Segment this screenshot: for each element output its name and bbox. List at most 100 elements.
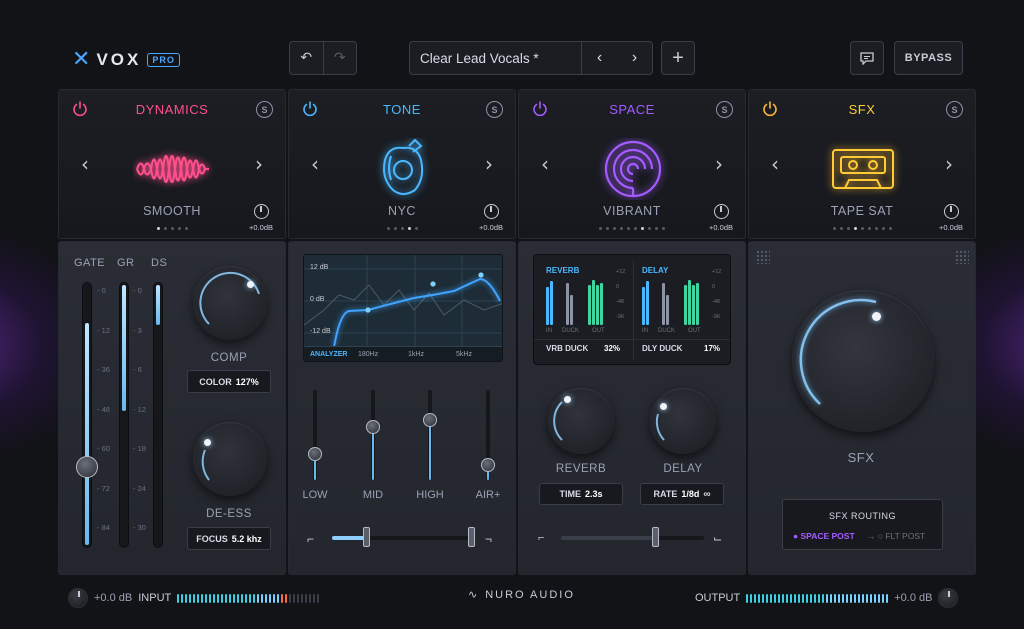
waveform-icon bbox=[135, 154, 209, 184]
eq-band-thumb[interactable] bbox=[308, 447, 322, 461]
prev-preset-icon[interactable]: ‹ bbox=[582, 42, 617, 74]
feedback-icon[interactable] bbox=[850, 41, 884, 75]
meter-segment bbox=[774, 593, 777, 603]
output-gain-knob[interactable] bbox=[484, 204, 499, 219]
mix-slider[interactable] bbox=[561, 536, 704, 540]
high-cut-handle[interactable] bbox=[468, 527, 475, 547]
level-bar bbox=[566, 283, 569, 325]
meter-segment bbox=[882, 593, 885, 603]
meter-scale-label: -96 bbox=[616, 314, 624, 320]
meter-segment bbox=[225, 593, 228, 603]
mix-handle[interactable] bbox=[652, 527, 659, 547]
color-value: 127% bbox=[235, 376, 259, 387]
reverb-meter-title: REVERB bbox=[546, 266, 580, 275]
gate-fader[interactable] bbox=[82, 282, 92, 548]
gate-label: GATE bbox=[74, 257, 106, 269]
meter-segment bbox=[862, 593, 865, 603]
comp-knob[interactable] bbox=[193, 266, 267, 340]
level-bar bbox=[646, 281, 649, 325]
delay-knob[interactable] bbox=[650, 388, 716, 454]
gate-fader-thumb[interactable] bbox=[76, 456, 98, 478]
dly-duck-value[interactable]: 17% bbox=[704, 344, 720, 353]
meter-segment bbox=[221, 593, 224, 603]
level-bar bbox=[596, 285, 599, 325]
solo-icon[interactable]: S bbox=[946, 101, 963, 118]
next-preset-icon[interactable]: › bbox=[617, 42, 652, 74]
next-style-icon[interactable]: › bbox=[485, 152, 493, 176]
meter-segment bbox=[830, 593, 833, 603]
sfx-knob[interactable] bbox=[792, 290, 934, 432]
redo-icon[interactable]: ↷ bbox=[324, 42, 357, 74]
meter-segment bbox=[273, 593, 276, 603]
comp-label: COMP bbox=[210, 352, 248, 364]
output-gain-value: +0.0 dB bbox=[894, 592, 933, 604]
meter-segment bbox=[846, 593, 849, 603]
undo-icon[interactable]: ↶ bbox=[290, 42, 324, 74]
low-cut-handle[interactable] bbox=[363, 527, 370, 547]
meter-segment bbox=[754, 593, 757, 603]
reverb-knob[interactable] bbox=[548, 388, 614, 454]
style-name: VIBRANT bbox=[603, 204, 661, 218]
analyzer-label[interactable]: ANALYZER bbox=[310, 351, 347, 358]
db-label-top: 12 dB bbox=[310, 264, 329, 271]
meter-scale-label: +12 bbox=[712, 269, 722, 275]
output-gain-knob[interactable] bbox=[938, 588, 959, 608]
module-title: DYNAMICS bbox=[135, 102, 209, 117]
add-preset-icon[interactable]: + bbox=[661, 41, 695, 75]
module-space: SPACE S ‹ › VIBRANT +0.0dB bbox=[518, 89, 746, 239]
output-gain-knob[interactable] bbox=[714, 204, 729, 219]
sfx-routing[interactable]: SFX ROUTING ● SPACE POST → ○ FLT POST bbox=[782, 499, 943, 550]
meter-segment bbox=[185, 593, 188, 603]
input-gain-knob[interactable] bbox=[68, 588, 88, 608]
routing-active-option[interactable]: ● SPACE POST bbox=[793, 531, 855, 541]
prev-style-icon[interactable]: ‹ bbox=[771, 152, 779, 176]
scale-tick: - 12 bbox=[133, 404, 146, 414]
preset-name[interactable]: Clear Lead Vocals * bbox=[410, 42, 582, 74]
meter-segment bbox=[838, 593, 841, 603]
meter-scale-label: -48 bbox=[616, 299, 624, 305]
routing-inactive-option[interactable]: → ○ FLT POST bbox=[867, 531, 925, 541]
level-bar bbox=[550, 281, 553, 325]
solo-icon[interactable]: S bbox=[486, 101, 503, 118]
delay-rate-control[interactable]: RATE 1/8d ∞ bbox=[640, 483, 724, 505]
focus-value: 5.2 khz bbox=[231, 533, 262, 544]
vrb-duck-value[interactable]: 32% bbox=[604, 344, 620, 353]
prev-style-icon[interactable]: ‹ bbox=[81, 152, 89, 176]
high-cut-icon: ¬ bbox=[485, 532, 493, 546]
module-sfx: SFX S ‹ › TAPE SAT +0.0dB bbox=[748, 89, 976, 239]
solo-icon[interactable]: S bbox=[256, 101, 273, 118]
meter-segment bbox=[241, 593, 244, 603]
next-style-icon[interactable]: › bbox=[255, 152, 263, 176]
gr-meter bbox=[119, 282, 129, 548]
db-label-bottom: -12 dB bbox=[310, 328, 331, 335]
color-control[interactable]: COLOR 127% bbox=[187, 370, 271, 393]
reverb-time-control[interactable]: TIME 2.3s bbox=[539, 483, 623, 505]
bypass-button[interactable]: BYPASS bbox=[894, 41, 963, 75]
time-label: TIME bbox=[559, 489, 581, 499]
filter-range-slider[interactable] bbox=[332, 536, 475, 540]
prev-style-icon[interactable]: ‹ bbox=[541, 152, 549, 176]
deess-knob[interactable] bbox=[193, 422, 267, 496]
stereo-link-icon[interactable]: ∞ bbox=[703, 489, 710, 500]
style-name: SMOOTH bbox=[143, 204, 201, 218]
meter-segment bbox=[261, 593, 264, 603]
eq-band-thumb[interactable] bbox=[423, 412, 437, 427]
input-meter bbox=[177, 593, 320, 603]
reverb-label: REVERB bbox=[555, 463, 607, 475]
solo-icon[interactable]: S bbox=[716, 101, 733, 118]
level-bar bbox=[588, 285, 591, 325]
delay-label: DELAY bbox=[663, 463, 703, 475]
delay-meter-title: DELAY bbox=[642, 266, 669, 275]
output-gain-knob[interactable] bbox=[944, 204, 959, 219]
output-gain-knob[interactable] bbox=[254, 204, 269, 219]
meter-segment bbox=[201, 593, 204, 603]
logo-name: VOX bbox=[96, 49, 142, 69]
next-style-icon[interactable]: › bbox=[715, 152, 723, 176]
meter-scale-label: -48 bbox=[712, 299, 720, 305]
eq-analyzer[interactable]: 12 dB 0 dB -12 dB ANALYZER 180Hz 1kHz 5k… bbox=[303, 254, 503, 362]
meter-segment bbox=[269, 593, 272, 603]
next-style-icon[interactable]: › bbox=[945, 152, 953, 176]
meter-scale-label: 0 bbox=[712, 284, 716, 290]
focus-control[interactable]: FOCUS 5.2 khz bbox=[187, 527, 271, 550]
prev-style-icon[interactable]: ‹ bbox=[311, 152, 319, 176]
